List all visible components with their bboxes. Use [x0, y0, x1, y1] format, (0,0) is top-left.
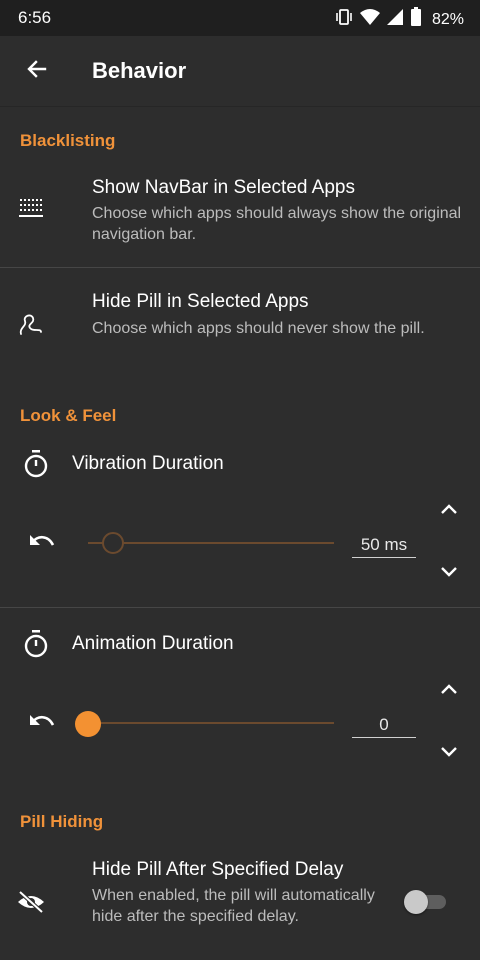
chevron-up-icon — [440, 502, 458, 520]
undo-icon — [28, 531, 56, 556]
vibrate-icon — [334, 7, 354, 32]
pref-title: Hide Pill in Selected Apps — [92, 291, 309, 312]
vibration-slider-thumb[interactable] — [101, 532, 124, 554]
pref-summary: Choose which apps should never show the … — [92, 320, 425, 337]
vibration-slider-track[interactable] — [88, 542, 334, 544]
pref-summary: Choose which apps should always show the… — [92, 205, 462, 243]
section-header-look-feel: Look & Feel — [20, 406, 117, 425]
divider — [0, 607, 480, 608]
divider — [0, 267, 480, 268]
status-icons: 82% — [334, 7, 464, 32]
pref-show-navbar-selected-apps[interactable]: Show NavBar in Selected Apps Choose whic… — [0, 166, 480, 266]
hide-pill-delay-toggle[interactable] — [404, 890, 446, 914]
chevron-down-icon — [440, 745, 458, 763]
wifi-icon — [359, 8, 380, 31]
back-button[interactable] — [16, 50, 58, 92]
arrow-back-icon — [25, 57, 49, 86]
chevron-up-icon — [440, 682, 458, 700]
squiggle-icon — [14, 307, 48, 341]
undo-icon — [28, 711, 56, 736]
page-title: Behavior — [92, 58, 187, 83]
increase-vibration-button[interactable] — [436, 498, 462, 524]
section-header-pill-hiding: Pill Hiding — [20, 812, 104, 831]
app-bar: Behavior — [0, 36, 480, 107]
pref-hide-pill-selected-apps[interactable]: Hide Pill in Selected Apps Choose which … — [0, 280, 480, 380]
section-header-blacklisting: Blacklisting — [20, 131, 116, 150]
decrease-vibration-button[interactable] — [436, 561, 462, 587]
battery-icon — [410, 7, 422, 32]
pref-title: Hide Pill After Specified Delay — [92, 859, 344, 880]
animation-slider-track[interactable] — [88, 722, 334, 724]
toggle-knob — [404, 890, 428, 914]
animation-slider-thumb[interactable] — [75, 711, 101, 737]
signal-icon — [386, 8, 404, 31]
timer-icon — [19, 447, 53, 481]
timer-icon — [19, 627, 53, 661]
decrease-animation-button[interactable] — [436, 741, 462, 767]
navbar-keyboard-icon — [14, 192, 48, 226]
vibration-value-input[interactable]: 50 ms — [352, 535, 416, 558]
status-time: 6:56 — [18, 8, 52, 27]
animation-value-input[interactable]: 0 — [352, 715, 416, 738]
pref-summary: When enabled, the pill will automaticall… — [92, 887, 375, 925]
slider-title-animation: Animation Duration — [72, 633, 234, 654]
slider-title-vibration: Vibration Duration — [72, 453, 224, 474]
pref-hide-pill-after-delay[interactable]: Hide Pill After Specified Delay When ena… — [0, 848, 480, 960]
chevron-down-icon — [440, 565, 458, 583]
eye-off-icon — [14, 885, 48, 919]
reset-vibration-button[interactable] — [22, 523, 62, 563]
reset-animation-button[interactable] — [22, 703, 62, 743]
battery-percent: 82% — [431, 10, 464, 28]
status-bar: 6:56 82% — [0, 0, 480, 36]
increase-animation-button[interactable] — [436, 678, 462, 704]
pref-title: Show NavBar in Selected Apps — [92, 177, 355, 198]
